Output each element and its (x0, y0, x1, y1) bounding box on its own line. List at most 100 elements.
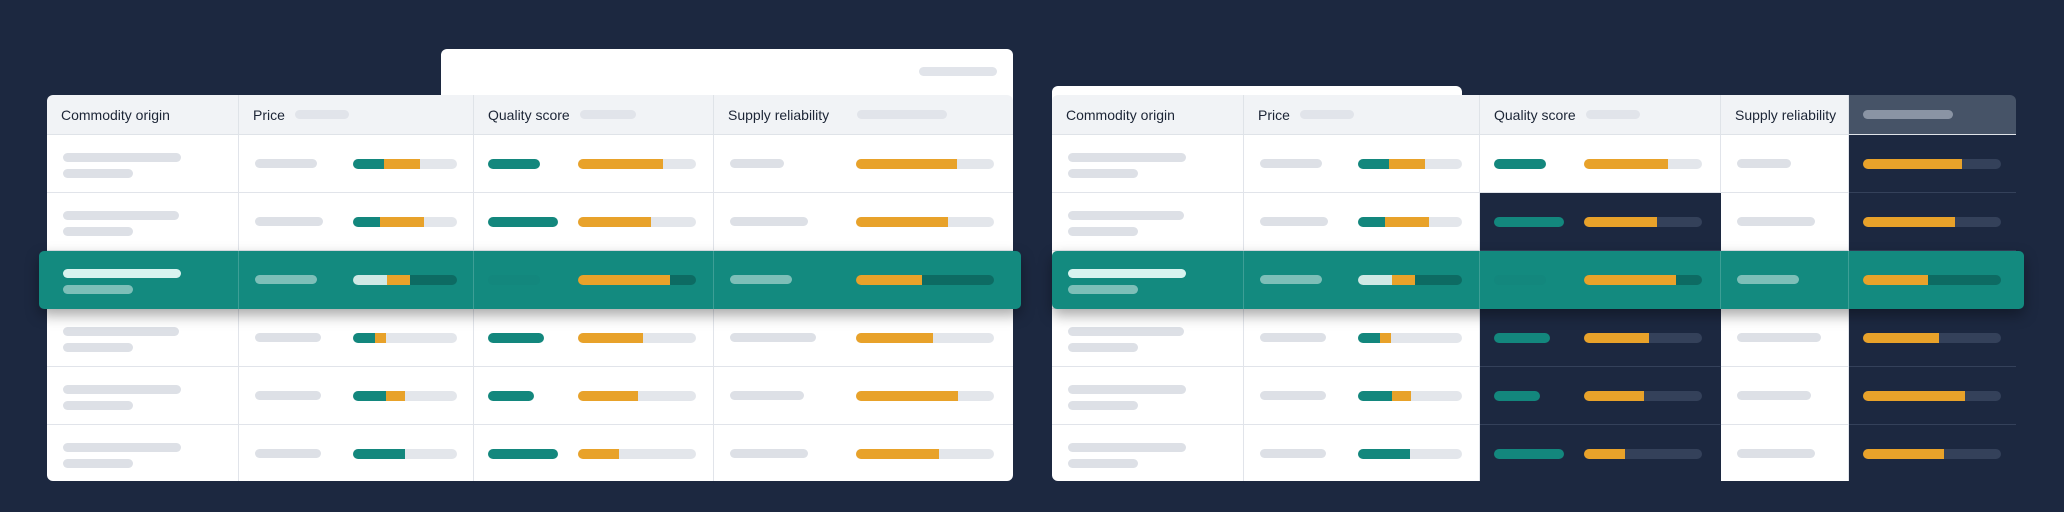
selected-table-row[interactable] (39, 251, 1021, 309)
column-header-quality-score[interactable]: Quality score (474, 95, 714, 135)
quality-secondary-bar-amber-segment (1584, 275, 1677, 285)
text-placeholder (63, 285, 133, 294)
quality-secondary-bar-amber-segment (1584, 159, 1668, 169)
table-cell (1244, 135, 1480, 193)
table-cell (1721, 193, 1849, 251)
reliability-bar (856, 449, 994, 459)
price-bar-amber-segment (1389, 159, 1425, 169)
quality-primary-bar (488, 391, 534, 401)
quality-primary-bar-teal-segment (488, 391, 534, 401)
table-cell (714, 309, 1013, 367)
text-placeholder (1068, 401, 1138, 410)
price-bar (1358, 159, 1462, 169)
quality-secondary-bar (578, 275, 696, 285)
quality-secondary-bar (578, 333, 696, 343)
text-placeholder (63, 401, 133, 410)
reliability-bar-amber-segment (1863, 449, 1945, 459)
text-placeholder (63, 269, 181, 278)
quality-primary-bar (1494, 217, 1564, 227)
quality-primary-bar-teal-segment (488, 217, 558, 227)
text-placeholder (1260, 449, 1326, 458)
column-header-unlabeled[interactable] (1849, 95, 2016, 135)
text-placeholder (1068, 459, 1138, 468)
table-cell (1052, 251, 1244, 309)
column-header-supply-reliability[interactable]: Supply reliability (714, 95, 1013, 135)
quality-primary-bar (1494, 333, 1550, 343)
quality-primary-bar-teal-segment (1494, 159, 1546, 169)
table-cell (474, 135, 714, 193)
quality-secondary-bar-amber-segment (578, 275, 671, 285)
table-cell (1052, 135, 1244, 193)
column-header-commodity-origin[interactable]: Commodity origin (47, 95, 239, 135)
header-filter-placeholder (1585, 110, 1640, 119)
text-placeholder (1260, 159, 1322, 168)
text-placeholder (255, 391, 321, 400)
price-bar-light-segment (353, 275, 388, 285)
column-header-price[interactable]: Price (1244, 95, 1480, 135)
price-bar-amber-segment (1392, 275, 1416, 285)
price-bar (1358, 275, 1462, 285)
price-bar-teal-segment (353, 159, 385, 169)
column-header-supply-reliability[interactable]: Supply reliability (1721, 95, 1849, 135)
reliability-bar-amber-segment (856, 449, 939, 459)
price-bar-teal-segment (353, 217, 381, 227)
table-cell (47, 135, 239, 193)
price-bar-amber-segment (1392, 391, 1412, 401)
table-cell (239, 367, 474, 425)
right-table-panel: Commodity origin Price Quality score Sup… (1052, 86, 2024, 481)
text-placeholder (1068, 211, 1184, 220)
quality-secondary-bar (1584, 333, 1702, 343)
reliability-bar (1863, 217, 2001, 227)
reliability-bar (1863, 391, 2001, 401)
tab-title-placeholder (919, 67, 997, 76)
text-placeholder (63, 327, 179, 336)
quality-primary-bar (488, 159, 540, 169)
quality-secondary-bar-amber-segment (1584, 217, 1658, 227)
table-cell (1480, 309, 1721, 367)
price-bar (353, 333, 457, 343)
table-cell (47, 309, 239, 367)
quality-secondary-bar (1584, 159, 1702, 169)
reliability-bar (1863, 275, 2001, 285)
price-bar-teal-segment (353, 449, 405, 459)
text-placeholder (1068, 153, 1186, 162)
price-bar (353, 275, 457, 285)
column-header-price[interactable]: Price (239, 95, 474, 135)
text-placeholder (730, 391, 804, 400)
reliability-bar (1863, 333, 2001, 343)
table-cell (1721, 251, 1849, 309)
reliability-bar-amber-segment (1863, 391, 1966, 401)
text-placeholder (1737, 391, 1811, 400)
table-cell (1480, 425, 1721, 481)
quality-primary-bar-teal-segment (1494, 449, 1564, 459)
quality-secondary-bar (578, 159, 696, 169)
table-cell (714, 193, 1013, 251)
column-header-quality-score[interactable]: Quality score (1480, 95, 1721, 135)
price-bar-amber-segment (384, 159, 420, 169)
reliability-bar (1863, 159, 2001, 169)
quality-primary-bar-teal-segment (488, 159, 540, 169)
reliability-bar (1863, 449, 2001, 459)
text-placeholder (63, 443, 181, 452)
price-bar-teal-segment (1358, 333, 1380, 343)
quality-primary-bar-teal-segment (1494, 333, 1550, 343)
header-filter-placeholder (579, 110, 636, 119)
text-placeholder (1260, 391, 1326, 400)
quality-secondary-bar (578, 391, 696, 401)
selected-table-row[interactable] (1052, 251, 2024, 309)
price-bar (353, 449, 457, 459)
table-cell (1849, 309, 2016, 367)
quality-secondary-bar-amber-segment (578, 333, 643, 343)
table-cell (714, 367, 1013, 425)
table-cell (714, 251, 1013, 309)
text-placeholder (730, 333, 816, 342)
column-header-commodity-origin[interactable]: Commodity origin (1052, 95, 1244, 135)
left-table-panel: Commodity origin Price Quality score Sup… (39, 49, 1021, 481)
price-bar-teal-segment (353, 333, 375, 343)
quality-primary-bar-teal-segment (488, 275, 540, 285)
table-cell (1052, 425, 1244, 481)
price-bar-teal-segment (1358, 217, 1386, 227)
table-cell (1721, 425, 1849, 481)
text-placeholder (1260, 217, 1328, 226)
quality-secondary-bar-amber-segment (578, 159, 663, 169)
